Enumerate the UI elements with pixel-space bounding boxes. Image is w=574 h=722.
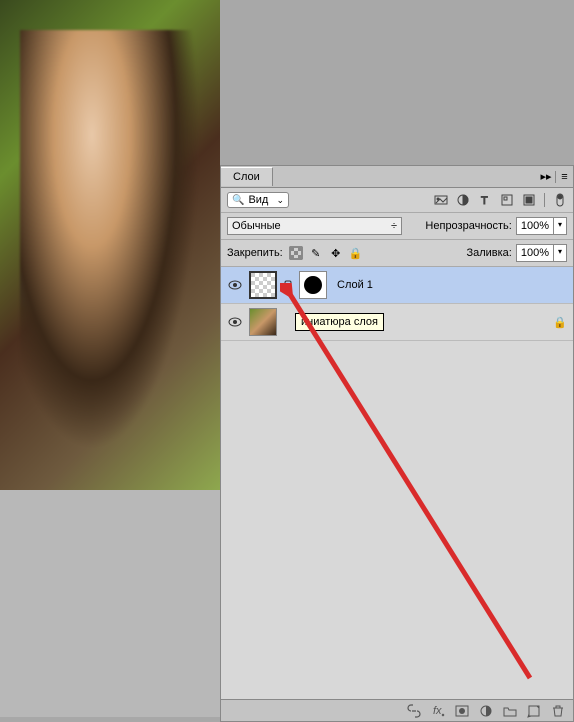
lock-indicator-icon: 🔒 <box>553 316 567 329</box>
lock-transparency-icon[interactable] <box>289 246 303 260</box>
document-image[interactable] <box>0 0 220 490</box>
chevron-down-icon: ⌄ <box>276 195 284 206</box>
lock-label: Закрепить: <box>227 247 283 259</box>
layer-row[interactable]: Фон 🔒 <box>221 304 573 341</box>
opacity-input[interactable]: 100% ▾ <box>516 217 567 235</box>
add-mask-icon[interactable] <box>455 704 469 718</box>
blend-mode-value: Обычные <box>232 220 281 232</box>
fill-input[interactable]: 100% ▾ <box>516 244 567 262</box>
canvas-workspace[interactable] <box>0 0 220 717</box>
visibility-toggle-icon[interactable] <box>227 277 243 293</box>
filter-adjustment-icon[interactable] <box>456 193 470 207</box>
lock-icons-group: ✎ ✥ 🔒 <box>289 246 363 260</box>
lock-all-icon[interactable]: 🔒 <box>349 246 363 260</box>
layer-row[interactable]: Слой 1 <box>221 267 573 304</box>
new-adjustment-icon[interactable] <box>479 704 493 718</box>
layers-bottom-bar: fx <box>221 699 573 721</box>
filter-row: 🔍 Вид ⌄ T <box>221 188 573 213</box>
panel-collapse-icon[interactable]: ▸▸ <box>537 170 555 183</box>
layer-thumbnail[interactable] <box>249 308 277 336</box>
search-icon: 🔍 <box>232 195 244 206</box>
opacity-group: Непрозрачность: 100% ▾ <box>425 217 567 235</box>
opacity-dropdown-icon: ▾ <box>553 218 566 234</box>
layer-thumbnail[interactable] <box>249 271 277 299</box>
lock-position-icon[interactable]: ✥ <box>329 246 343 260</box>
layer-style-icon[interactable]: fx <box>431 704 445 718</box>
filter-pixel-icon[interactable] <box>434 193 448 207</box>
blend-row: Обычные ÷ Непрозрачность: 100% ▾ <box>221 213 573 240</box>
opacity-label: Непрозрачность: <box>425 220 511 232</box>
fill-value: 100% <box>517 245 553 261</box>
fill-group: Заливка: 100% ▾ <box>466 244 567 262</box>
blend-mode-select[interactable]: Обычные ÷ <box>227 217 402 235</box>
filter-smartobj-icon[interactable] <box>522 193 536 207</box>
lock-row: Закрепить: ✎ ✥ 🔒 Заливка: 100% ▾ <box>221 240 573 267</box>
svg-text:fx: fx <box>433 705 442 717</box>
svg-text:T: T <box>481 195 488 207</box>
mask-link-icon[interactable] <box>283 278 293 292</box>
layer-mask-thumbnail[interactable] <box>299 271 327 299</box>
thumbnail-tooltip: иниатюра слоя <box>295 313 384 331</box>
link-layers-icon[interactable] <box>407 704 421 718</box>
opacity-value: 100% <box>517 218 553 234</box>
filter-toggle-switch[interactable] <box>553 193 567 207</box>
filter-icons-group: T <box>434 193 567 207</box>
filter-shape-icon[interactable] <box>500 193 514 207</box>
fill-dropdown-icon: ▾ <box>553 245 566 261</box>
layers-panel: Слои ▸▸ ≡ 🔍 Вид ⌄ T Обычные ÷ Непрозрачн… <box>220 165 574 722</box>
fill-label: Заливка: <box>466 247 511 259</box>
panel-menu-icon[interactable]: ≡ <box>555 171 573 183</box>
tab-layers[interactable]: Слои <box>221 167 273 186</box>
blend-dropdown-icon: ÷ <box>391 220 397 232</box>
visibility-toggle-icon[interactable] <box>227 314 243 330</box>
lock-image-icon[interactable]: ✎ <box>309 246 323 260</box>
layer-filter-type[interactable]: 🔍 Вид ⌄ <box>227 192 289 208</box>
layers-list[interactable]: Слой 1 Фон 🔒 иниатюра слоя <box>221 267 573 699</box>
filter-type-label: Вид <box>248 194 272 206</box>
new-group-icon[interactable] <box>503 704 517 718</box>
new-layer-icon[interactable] <box>527 704 541 718</box>
panel-tab-bar: Слои ▸▸ ≡ <box>221 166 573 188</box>
mask-shape <box>304 276 322 294</box>
delete-layer-icon[interactable] <box>551 704 565 718</box>
layer-name[interactable]: Слой 1 <box>333 279 373 291</box>
filter-divider <box>544 193 545 207</box>
filter-type-icon[interactable]: T <box>478 193 492 207</box>
